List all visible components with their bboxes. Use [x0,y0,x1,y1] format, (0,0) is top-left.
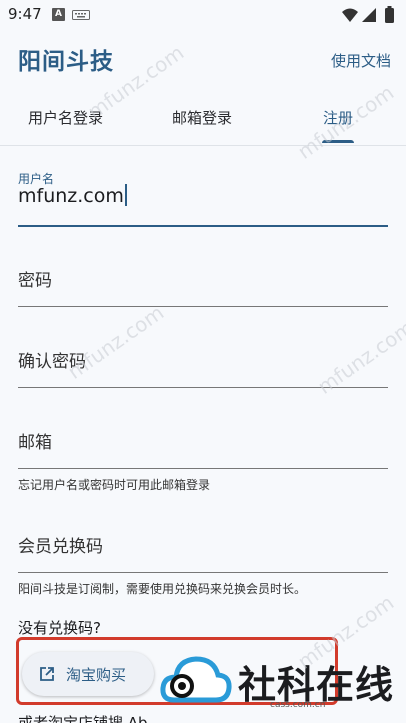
password-label: 密码 [18,271,52,291]
battery-icon [385,6,394,23]
email-field[interactable]: 邮箱 [18,412,388,469]
username-underline [18,225,388,227]
status-bar: 9:47 A [0,0,406,30]
status-time: 9:47 [8,5,42,23]
taobao-search-hint: 或者淘宝店铺搜 Ab [18,714,148,723]
watermark-cloud-logo [160,656,232,703]
app-title: 阳间斗技 [18,49,114,75]
status-icons [342,6,394,23]
taobao-buy-button[interactable]: 淘宝购买 [22,652,154,696]
password-field[interactable]: 密码 [18,250,388,307]
redeem-code-field[interactable]: 会员兑换码 [18,516,388,573]
docs-link[interactable]: 使用文档 [331,50,391,71]
notification-a-icon: A [52,8,65,21]
username-field[interactable]: 用户名 mfunz.com [18,170,388,227]
watermark-logo-sub: cass.com.cn [270,700,326,710]
open-in-new-icon [40,667,54,681]
email-helper-text: 忘记用户名或密码时可用此邮箱登录 [18,478,211,492]
password-underline [18,306,388,307]
email-label: 邮箱 [18,433,52,453]
username-value: mfunz.com [18,185,124,207]
redeem-code-underline [18,572,388,573]
tab-email-login[interactable]: 邮箱登录 [172,107,232,128]
redeem-helper-text: 阳间斗技是订阅制，需要使用兑换码来兑换会员时长。 [18,582,307,596]
taobao-buy-label: 淘宝购买 [66,666,127,684]
signal-icon [362,8,376,22]
username-value-wrap: mfunz.com [18,184,127,207]
email-underline [18,468,388,469]
keyboard-icon [72,10,90,20]
redeem-code-label: 会员兑换码 [18,537,103,557]
wifi-icon [342,8,358,22]
text-cursor [124,184,127,206]
no-code-heading: 没有兑换码? [18,619,101,637]
